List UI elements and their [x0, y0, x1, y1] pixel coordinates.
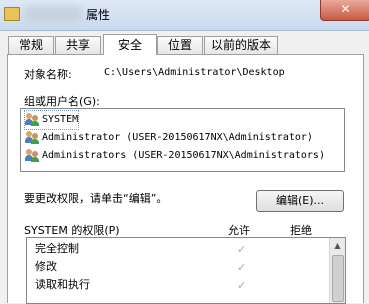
permission-row: 修改 — [35, 260, 57, 273]
permissions-list: 完全控制 ✓ 修改 ✓ 读取和执行 ✓ ▲ — [26, 237, 346, 304]
tab-sharing[interactable]: 共享 — [55, 36, 101, 54]
scroll-thumb[interactable] — [332, 255, 344, 302]
list-item-system[interactable]: SYSTEM — [23, 110, 80, 130]
list-item-administrator[interactable]: Administrator (USER-20150617NX\Administr… — [25, 129, 313, 147]
change-permissions-hint: 要更改权限，请单击“编辑”。 — [24, 192, 168, 205]
user-group-icon — [25, 112, 39, 126]
folder-icon — [4, 7, 20, 21]
list-item-administrators[interactable]: Administrators (USER-20150617NX\Administ… — [25, 147, 325, 165]
permission-row: 完全控制 — [35, 242, 79, 255]
groups-list[interactable]: SYSTEM Administrator (USER-20150617NX\Ad… — [20, 108, 345, 172]
scroll-up-icon[interactable]: ▲ — [330, 238, 345, 253]
title-bar: 属性 ✕ — [0, 0, 369, 31]
close-button[interactable]: ✕ — [320, 0, 369, 21]
permissions-header: SYSTEM 的权限(P) — [24, 224, 120, 237]
deny-column-header: 拒绝 — [290, 224, 312, 237]
object-name-value: C:\Users\Administrator\Desktop — [104, 67, 285, 78]
permissions-scrollbar[interactable]: ▲ — [329, 238, 345, 303]
tab-previous-versions[interactable]: 以前的版本 — [204, 36, 278, 54]
allow-check-icon: ✓ — [237, 243, 247, 256]
edit-button[interactable]: 编辑(E)... — [256, 190, 344, 212]
object-name-label: 对象名称: — [24, 68, 72, 81]
tab-strip: 常规 共享 安全 位置 以前的版本 — [0, 34, 369, 55]
allow-check-icon: ✓ — [237, 261, 247, 274]
tab-security[interactable]: 安全 — [103, 34, 157, 55]
user-icon — [25, 130, 39, 144]
tab-location[interactable]: 位置 — [157, 36, 203, 54]
permission-row: 读取和执行 — [35, 278, 90, 291]
blurred-folder-name — [24, 6, 82, 22]
allow-column-header: 允许 — [228, 224, 250, 237]
window-title: 属性 — [86, 8, 111, 22]
user-group-icon — [25, 148, 39, 162]
tab-general[interactable]: 常规 — [8, 36, 54, 54]
groups-label: 组或用户名(G): — [24, 95, 100, 108]
allow-check-icon: ✓ — [237, 279, 247, 292]
